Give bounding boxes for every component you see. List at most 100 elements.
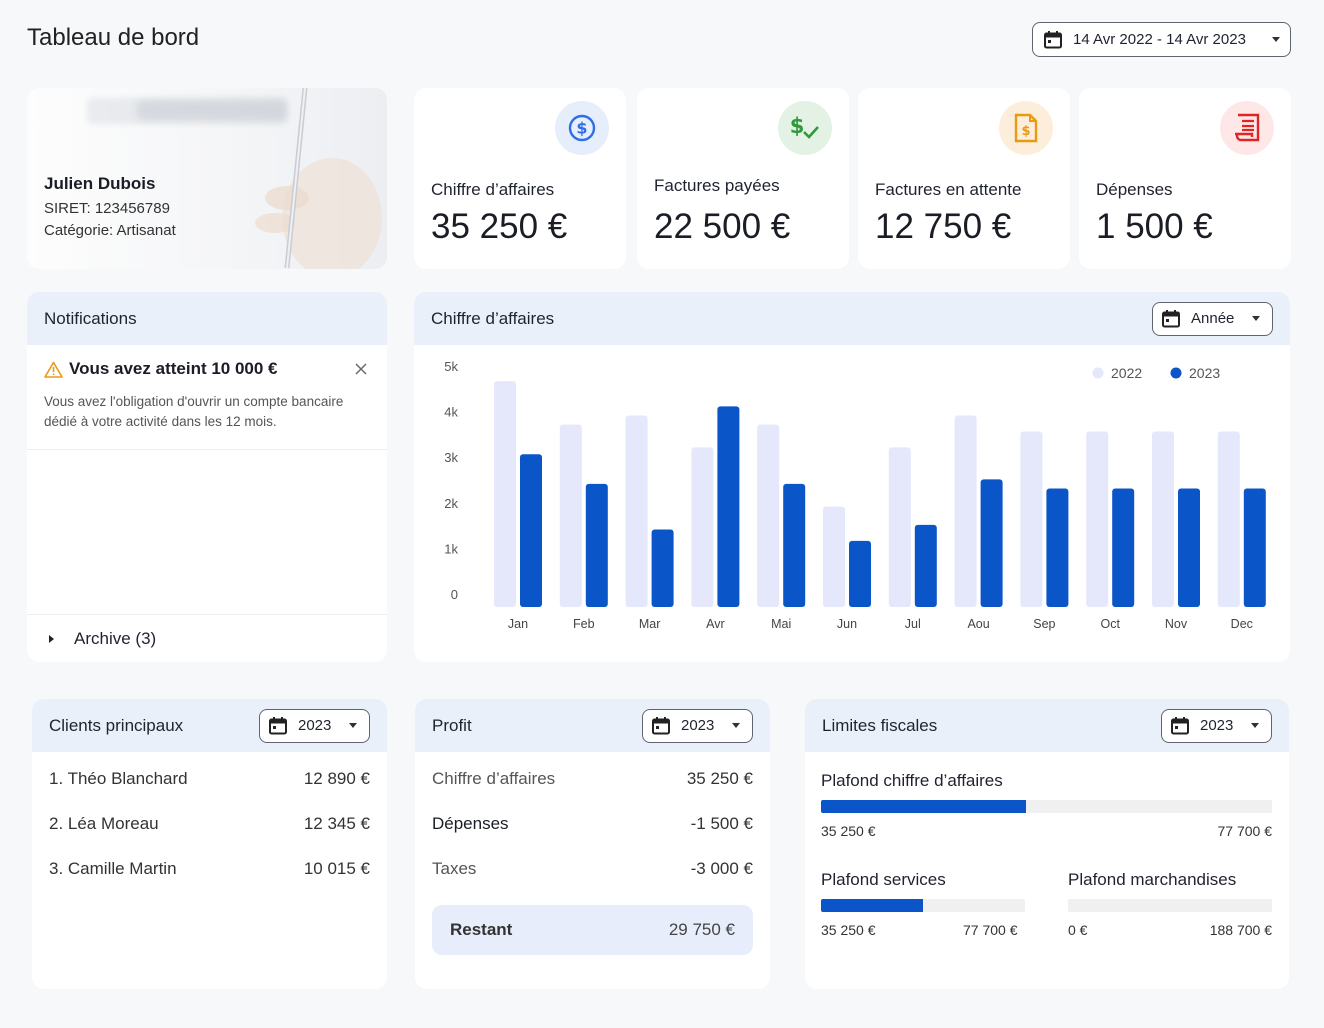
- kpi-label: Dépenses: [1096, 180, 1173, 199]
- remaining-label: Restant: [450, 920, 513, 939]
- kpi-value: 35 250 €: [431, 207, 568, 246]
- profit-row-label: Chiffre d’affaires: [432, 769, 556, 788]
- kpi-value: 1 500 €: [1096, 207, 1213, 246]
- bar-2022-jan: [494, 381, 516, 607]
- client-row: 3. Camille Martin 10 015 €: [49, 859, 370, 879]
- profile-siret: SIRET: 123456789: [44, 200, 170, 217]
- kpi-card-revenue: $ Chiffre d’affaires 35 250 €: [414, 88, 626, 269]
- bar-2023-avr: [717, 406, 740, 607]
- calendar-icon: [1171, 716, 1189, 734]
- svg-text:$: $: [790, 114, 805, 138]
- chevron-down-icon: [349, 723, 357, 728]
- bar-2022-jul: [888, 447, 911, 607]
- bar-2022-avr: [691, 447, 714, 607]
- bar-2022-oct: [1086, 431, 1109, 607]
- year-select-label: 2023: [298, 717, 332, 734]
- kpi-value: 12 750 €: [875, 207, 1012, 246]
- client-amount: 10 015 €: [303, 859, 370, 878]
- goods-cap-current: 0 €: [1068, 922, 1088, 938]
- bar-2023-jun: [849, 540, 871, 607]
- profit-row: Taxes -3 000 €: [432, 859, 753, 879]
- warning-icon: [44, 361, 63, 378]
- bar-2022-dec: [1217, 431, 1240, 607]
- profit-row-label: Taxes: [432, 859, 477, 878]
- revenue-cap-bar: [821, 800, 1272, 813]
- year-select[interactable]: 2023: [1161, 708, 1272, 743]
- services-cap-label: Plafond services: [821, 870, 946, 889]
- year-select-label: 2023: [681, 717, 715, 734]
- date-range-picker[interactable]: 14 Avr 2022 - 14 Avr 2023: [1032, 22, 1291, 57]
- revenue-cap-label: Plafond chiffre d’affaires: [821, 771, 1003, 790]
- goods-cap-bar: [1068, 899, 1272, 912]
- notifications-title: Notifications: [44, 308, 137, 328]
- profit-row: Chiffre d’affaires 35 250 €: [432, 769, 753, 789]
- top-clients-card: Clients principaux 2023 1. Théo Blanchar…: [32, 699, 387, 989]
- profit-row-amount: 35 250 €: [686, 769, 753, 788]
- goods-cap-label: Plafond marchandises: [1068, 870, 1237, 889]
- dollar-check-icon: $: [778, 101, 832, 155]
- bar-2022-sep: [1020, 431, 1043, 607]
- receipt-icon: [1220, 101, 1274, 155]
- chevron-down-icon: [1251, 723, 1259, 728]
- remaining-amount: 29 750 €: [668, 920, 735, 939]
- bar-2022-nov: [1152, 431, 1174, 607]
- services-cap-fill: [821, 899, 923, 912]
- bar-2023-oct: [1112, 488, 1135, 607]
- client-amount: 12 345 €: [303, 814, 370, 833]
- y-tick-label: 1k: [444, 541, 458, 556]
- kpi-card-expenses: Dépenses 1 500 €: [1079, 88, 1291, 269]
- profile-name: Julien Dubois: [44, 174, 156, 193]
- chevron-down-icon: [1252, 316, 1260, 321]
- calendar-icon: [269, 716, 287, 734]
- y-tick-label: 4k: [444, 405, 458, 420]
- bar-2023-mar: [651, 529, 674, 607]
- year-select[interactable]: 2023: [642, 708, 753, 743]
- period-select[interactable]: Année: [1152, 301, 1273, 336]
- revenue-bar-chart: 0 1k 2k 3k 4k 5k Jan Feb Mar Avr Mai Jun Jul Aou Sep Oc…: [444, 359, 1266, 631]
- client-name: 1. Théo Blanchard: [49, 769, 188, 788]
- bar-2023-mai: [783, 483, 806, 607]
- chevron-right-icon: [49, 634, 54, 643]
- archive-toggle[interactable]: Archive (3): [27, 614, 387, 662]
- bar-2022-jun: [823, 506, 845, 607]
- bar-2023-nov: [1178, 488, 1200, 607]
- bar-2023-dec: [1243, 488, 1266, 607]
- tax-limits-title: Limites fiscales: [822, 715, 938, 735]
- x-tick-label: Jan: [508, 617, 528, 631]
- legend-marker-2022: [1092, 367, 1104, 379]
- bar-2022-mai: [757, 424, 780, 607]
- year-select[interactable]: 2023: [259, 708, 370, 743]
- bar-2023-jan: [520, 454, 542, 607]
- x-tick-label: Dec: [1231, 617, 1253, 631]
- client-name: 3. Camille Martin: [49, 859, 177, 878]
- dollar-circle-icon: $: [555, 101, 609, 155]
- services-cap-max: 77 700 €: [963, 922, 1018, 938]
- archive-label: Archive (3): [74, 628, 157, 648]
- notification-item[interactable]: Vous avez atteint 10 000 € Vous avez l'o…: [27, 345, 387, 450]
- page-title: Tableau de bord: [27, 24, 200, 51]
- profit-row: Dépenses -1 500 €: [432, 814, 753, 834]
- profit-remaining: Restant 29 750 €: [432, 905, 753, 955]
- bar-2022-mar: [625, 415, 648, 607]
- y-tick-label: 3k: [444, 450, 458, 465]
- x-tick-label: Oct: [1100, 617, 1120, 631]
- legend-label: 2023: [1189, 365, 1220, 381]
- kpi-value: 22 500 €: [654, 207, 791, 246]
- legend-marker-2023: [1170, 367, 1182, 379]
- bar-2022-aou: [954, 415, 977, 607]
- close-icon[interactable]: [355, 363, 367, 375]
- services-cap-bar: [821, 899, 1025, 912]
- bar-2022-feb: [559, 424, 582, 607]
- y-tick-label: 5k: [444, 359, 458, 374]
- bar-2023-aou: [980, 479, 1003, 607]
- profit-row-amount: -1 500 €: [690, 814, 753, 833]
- x-tick-label: Sep: [1033, 617, 1055, 631]
- kpi-label: Chiffre d’affaires: [431, 180, 555, 199]
- invoice-dollar-icon: $: [999, 101, 1053, 155]
- revenue-cap-current: 35 250 €: [821, 823, 876, 839]
- goods-cap-max: 188 700 €: [1209, 922, 1272, 938]
- revenue-cap-max: 77 700 €: [1217, 823, 1273, 839]
- date-range-label: 14 Avr 2022 - 14 Avr 2023: [1073, 31, 1246, 48]
- x-tick-label: Avr: [706, 617, 725, 631]
- client-amount: 12 890 €: [303, 769, 370, 788]
